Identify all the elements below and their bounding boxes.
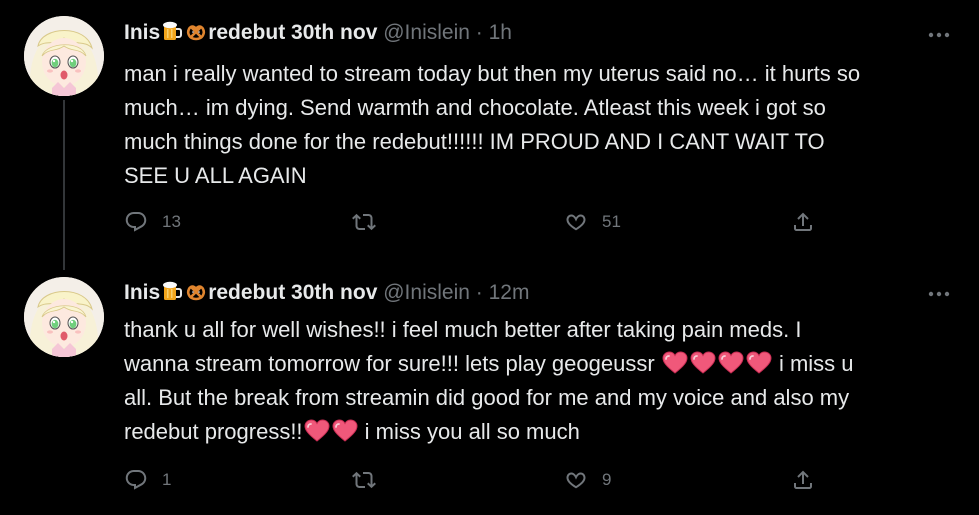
pretzel-icon — [185, 20, 207, 42]
display-name[interactable]: Inis redebut 30th nov — [124, 281, 377, 304]
beer-mug-icon — [161, 280, 183, 302]
like-button[interactable]: 9 — [564, 465, 611, 495]
pink-heart-icon — [304, 419, 330, 443]
like-count: 51 — [602, 212, 621, 231]
separator: · — [475, 21, 483, 44]
pink-heart-icon — [332, 419, 358, 443]
thread-connector-line — [63, 100, 65, 270]
retweet-icon — [352, 468, 376, 492]
reply-button[interactable]: 1 — [124, 465, 171, 495]
tweet-header: Inis redebut 30th nov @Inislein · 1h — [124, 20, 512, 46]
separator: · — [475, 281, 483, 304]
like-button[interactable]: 51 — [564, 207, 621, 237]
tweet-actions: 13 51 — [124, 207, 844, 237]
pink-heart-icon — [718, 351, 744, 375]
share-icon — [791, 468, 815, 492]
retweet-icon — [352, 210, 376, 234]
reply-button[interactable]: 13 — [124, 207, 181, 237]
beer-mug-icon — [161, 20, 183, 42]
user-handle[interactable]: @Inislein — [383, 21, 470, 44]
share-button[interactable] — [791, 465, 815, 495]
tweet[interactable]: Inis redebut 30th nov @Inislein · 1h man … — [0, 0, 979, 270]
share-icon — [791, 210, 815, 234]
like-icon — [564, 468, 588, 492]
share-button[interactable] — [791, 207, 815, 237]
avatar[interactable] — [24, 277, 104, 357]
tweet-text: thank u all for well wishes!! i feel muc… — [124, 317, 854, 444]
pink-heart-icon — [746, 351, 772, 375]
pink-heart-icon — [662, 351, 688, 375]
like-icon — [564, 210, 588, 234]
avatar[interactable] — [24, 16, 104, 96]
user-handle[interactable]: @Inislein — [383, 281, 470, 304]
reply-count: 1 — [162, 470, 172, 489]
timestamp[interactable]: 1h — [489, 21, 512, 44]
retweet-button[interactable] — [352, 207, 390, 237]
pretzel-icon — [185, 280, 207, 302]
tweet-actions: 1 9 — [124, 465, 844, 495]
display-name[interactable]: Inis redebut 30th nov — [124, 21, 377, 44]
pink-heart-icon — [690, 351, 716, 375]
timestamp[interactable]: 12m — [489, 281, 530, 304]
more-icon[interactable] — [928, 31, 950, 39]
reply-icon — [124, 210, 148, 234]
tweet-text: man i really wanted to stream today but … — [124, 61, 861, 188]
tweet-header: Inis redebut 30th nov @Inislein · 12m — [124, 280, 529, 306]
reply-count: 13 — [162, 212, 181, 231]
retweet-button[interactable] — [352, 465, 390, 495]
more-icon[interactable] — [928, 290, 950, 298]
reply-icon — [124, 468, 148, 492]
like-count: 9 — [602, 470, 612, 489]
